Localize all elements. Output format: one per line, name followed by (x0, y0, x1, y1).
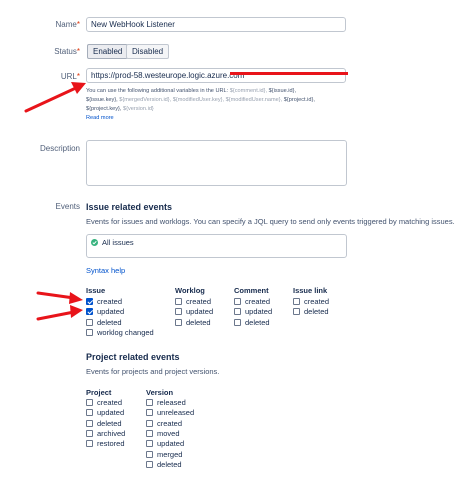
events-label: Events (55, 202, 80, 211)
check-circle-icon (91, 239, 98, 246)
project-restored-checkbox[interactable]: restored (86, 438, 125, 448)
checkbox-box (86, 328, 93, 336)
comment-column-heading: Comment (234, 286, 269, 295)
url-help-text: You can use the following additional var… (86, 88, 315, 121)
status-disabled-button[interactable]: Disabled (126, 44, 170, 59)
url-input[interactable] (86, 68, 346, 83)
version-unreleased-checkbox[interactable]: unreleased (146, 407, 194, 417)
checkbox-box (146, 450, 153, 458)
version-column-heading: Version (146, 388, 174, 397)
issue-events-description: Events for issues and worklogs. You can … (86, 217, 455, 226)
worklog-deleted-checkbox[interactable]: deleted (175, 317, 211, 327)
issue-updated-checkbox[interactable]: updated (86, 306, 124, 316)
checkbox-box (86, 318, 93, 326)
name-input[interactable] (86, 17, 346, 32)
version-moved-checkbox[interactable]: moved (146, 428, 180, 438)
description-label: Description (39, 144, 80, 153)
issue-link-column-heading: Issue link (293, 286, 328, 295)
version-released-checkbox[interactable]: released (146, 397, 186, 407)
version-deleted-checkbox[interactable]: deleted (146, 459, 182, 469)
project-events-description: Events for projects and project versions… (86, 367, 220, 376)
issue-link-deleted-checkbox[interactable]: deleted (293, 306, 329, 316)
checkbox-box (86, 297, 93, 305)
issue-created-checkbox[interactable]: created (86, 296, 122, 306)
checkbox-box (234, 318, 241, 326)
checkbox-box (86, 429, 93, 437)
checkbox-box (293, 307, 300, 315)
version-created-checkbox[interactable]: created (146, 418, 182, 428)
url-label: URL* (60, 72, 80, 81)
url-redaction-mark (230, 72, 348, 75)
checkbox-box (175, 307, 182, 315)
comment-updated-checkbox[interactable]: updated (234, 306, 272, 316)
issue-link-created-checkbox[interactable]: created (293, 296, 329, 306)
checkbox-box (86, 419, 93, 427)
checkbox-box (146, 398, 153, 406)
checkbox-box (86, 439, 93, 447)
worklog-updated-checkbox[interactable]: updated (175, 306, 213, 316)
comment-deleted-checkbox[interactable]: deleted (234, 317, 270, 327)
checkbox-box (175, 297, 182, 305)
checkbox-box (146, 439, 153, 447)
checkbox-box (86, 408, 93, 416)
project-updated-checkbox[interactable]: updated (86, 407, 124, 417)
worklog-column-heading: Worklog (175, 286, 205, 295)
version-updated-checkbox[interactable]: updated (146, 438, 184, 448)
version-merged-checkbox[interactable]: merged (146, 449, 182, 459)
issue-deleted-checkbox[interactable]: deleted (86, 317, 122, 327)
checkbox-box (86, 398, 93, 406)
checkbox-box (293, 297, 300, 305)
project-column-heading: Project (86, 388, 112, 397)
checkbox-box (146, 419, 153, 427)
project-archived-checkbox[interactable]: archived (86, 428, 125, 438)
status-label: Status* (54, 47, 80, 56)
checkbox-box (146, 429, 153, 437)
syntax-help-link[interactable]: Syntax help (86, 266, 125, 275)
issue-events-title: Issue related events (86, 202, 173, 212)
issue-worklog-changed-checkbox[interactable]: worklog changed (86, 327, 154, 337)
checkbox-box (175, 318, 182, 326)
worklog-created-checkbox[interactable]: created (175, 296, 211, 306)
checkbox-box (86, 307, 93, 315)
project-events-title: Project related events (86, 352, 180, 362)
checkbox-box (146, 460, 153, 468)
checkbox-box (234, 307, 241, 315)
issue-column-heading: Issue (86, 286, 106, 295)
project-deleted-checkbox[interactable]: deleted (86, 418, 122, 428)
read-more-link[interactable]: Read more (86, 115, 114, 121)
name-label: Name* (55, 20, 80, 29)
jql-input[interactable]: All issues (86, 234, 347, 258)
checkbox-box (146, 408, 153, 416)
jql-value: All issues (102, 238, 134, 247)
comment-created-checkbox[interactable]: created (234, 296, 270, 306)
checkbox-box (234, 297, 241, 305)
description-textarea[interactable] (86, 140, 347, 186)
project-created-checkbox[interactable]: created (86, 397, 122, 407)
status-enabled-button[interactable]: Enabled (87, 44, 129, 59)
